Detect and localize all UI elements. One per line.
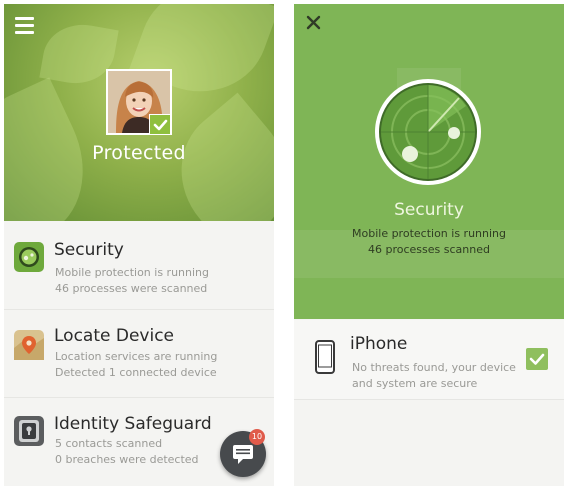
radar-icon [374, 78, 482, 186]
phone-icon [315, 340, 335, 374]
item-subtitle: 46 processes were scanned [55, 282, 208, 295]
item-title: Identity Safeguard [54, 414, 212, 434]
item-subtitle: 0 breaches were detected [55, 453, 199, 466]
security-status-line: Mobile protection is running [352, 227, 506, 240]
protected-check-icon [149, 114, 171, 135]
checkmark-icon[interactable] [526, 348, 548, 370]
item-subtitle: Detected 1 connected device [55, 366, 217, 379]
item-title: Locate Device [54, 326, 175, 346]
map-pin-icon [14, 330, 44, 360]
device-status-line: No threats found, your device [352, 361, 516, 374]
device-status-line: and system are secure [352, 377, 478, 390]
device-name: iPhone [350, 334, 408, 354]
list-item-security[interactable]: Security Mobile protection is running 46… [4, 222, 274, 310]
vault-icon [14, 416, 44, 446]
protection-status: Protected [92, 142, 186, 164]
dashboard-screen: Protected Security Mobile protection is … [4, 4, 274, 486]
close-icon[interactable] [305, 14, 323, 32]
security-panel: Security Mobile protection is running 46… [294, 4, 564, 319]
security-icon [14, 242, 44, 272]
notification-badge: 10 [249, 429, 265, 445]
item-subtitle: Location services are running [55, 350, 218, 363]
item-subtitle: 5 contacts scanned [55, 437, 163, 450]
item-subtitle: Mobile protection is running [55, 266, 209, 279]
security-detail-screen: Security Mobile protection is running 46… [294, 4, 564, 486]
hamburger-menu-icon[interactable] [15, 17, 35, 35]
security-title: Security [394, 200, 464, 220]
protection-header: Protected [4, 4, 274, 221]
item-title: Security [54, 240, 124, 260]
list-item-locate-device[interactable]: Locate Device Location services are runn… [4, 310, 274, 398]
device-row-iphone[interactable]: iPhone No threats found, your device and… [294, 320, 564, 400]
security-status-line: 46 processes scanned [368, 243, 490, 256]
